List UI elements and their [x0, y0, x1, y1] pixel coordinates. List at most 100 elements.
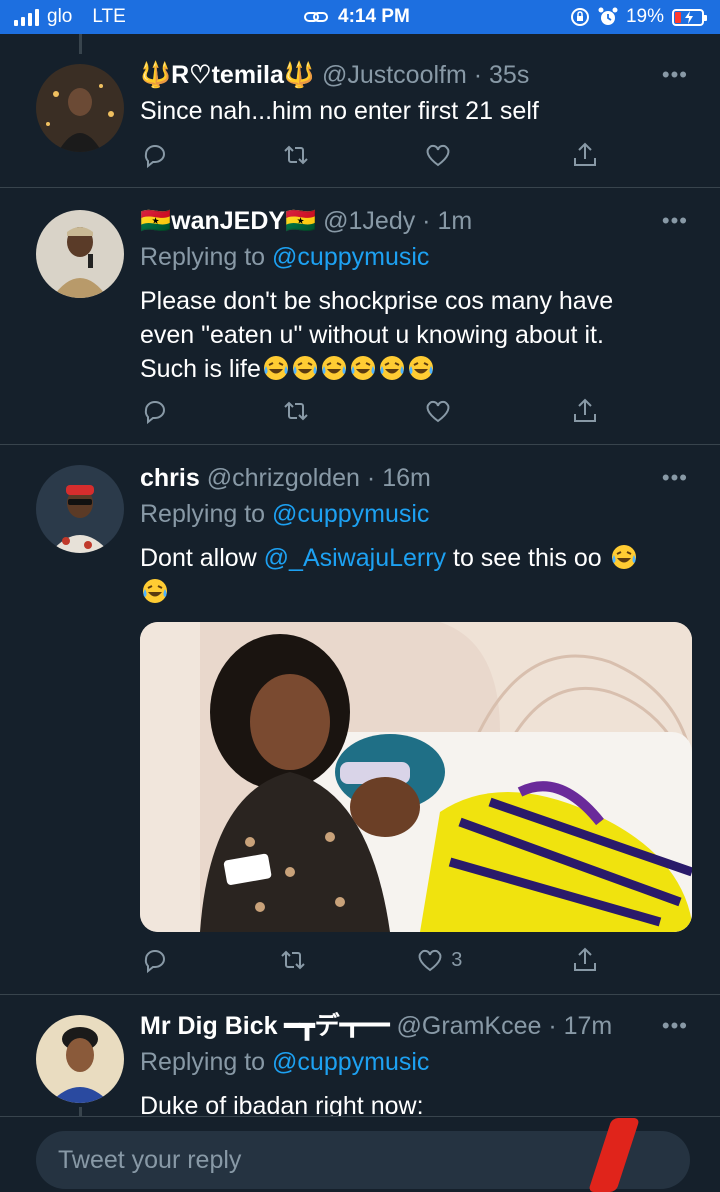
reply-icon	[144, 950, 166, 974]
tweet-header: 🇬🇭wanJEDY🇬🇭 @1Jedy · 1m	[140, 204, 692, 238]
thread-line	[79, 1107, 82, 1116]
like-button[interactable]	[423, 396, 459, 426]
tweet-header: chris @chrizgolden · 16m	[140, 461, 692, 495]
tweet-time: 17m	[563, 1012, 613, 1040]
carrier-label: glo	[47, 6, 73, 27]
tweet-time: 16m	[382, 464, 431, 492]
share-icon	[573, 142, 596, 166]
tweet-item[interactable]: 🔱R♡temila🔱 @Justcoolfm · 35s Since nah..…	[0, 34, 720, 188]
avatar[interactable]	[36, 465, 124, 553]
tweet-time: 1m	[437, 207, 473, 235]
mention-link[interactable]: @_AsiwajuLerry	[264, 544, 446, 572]
reply-icon	[144, 401, 166, 425]
signal-icon	[14, 8, 39, 26]
heart-icon	[426, 400, 450, 423]
share-icon	[573, 398, 596, 422]
status-bar: glo LTE 4:14 PM 19%	[0, 0, 720, 34]
separator: ·	[466, 61, 490, 89]
rolling-laughing-emoji-icon	[408, 356, 433, 380]
battery-percent: 19%	[625, 6, 664, 27]
replying-label: Replying to	[140, 1048, 273, 1076]
reply-button[interactable]	[140, 396, 170, 426]
rolling-laughing-emoji-icon	[379, 356, 404, 380]
tweet-item[interactable]: 🇬🇭wanJEDY🇬🇭 @1Jedy · 1m Replying to @cup…	[0, 188, 720, 445]
tweet-text: Duke of ibadan right now:	[140, 1092, 424, 1116]
network-label: LTE	[92, 6, 126, 27]
retweet-button[interactable]	[281, 140, 311, 170]
share-button[interactable]	[570, 396, 600, 426]
separator: ·	[415, 207, 438, 235]
replying-label: Replying to	[140, 243, 273, 271]
reply-icon	[144, 145, 166, 169]
tweet-image[interactable]	[140, 622, 692, 932]
retweet-icon	[284, 401, 309, 421]
display-name[interactable]: 🇬🇭wanJEDY🇬🇭	[140, 207, 316, 235]
tweet-text-line-part: Such is life	[140, 355, 261, 383]
tweet-text-line: Please don't be shockprise cos many have	[140, 287, 614, 315]
tweet-text-line: even "eaten u" without u knowing about i…	[140, 321, 604, 349]
link-icon	[304, 12, 328, 22]
like-count: 3	[451, 948, 463, 971]
tears-of-joy-emoji-icon	[611, 545, 636, 569]
rolling-laughing-emoji-icon	[292, 356, 317, 380]
mention-link[interactable]: @cuppymusic	[272, 243, 429, 271]
status-right: 19%	[570, 6, 707, 28]
status-left: glo LTE	[14, 6, 126, 28]
replying-to: Replying to @cuppymusic	[140, 497, 692, 531]
tweet-item[interactable]: Mr Dig Bick ━┳デ┳━ @GramKcee · 17m Replyi…	[0, 995, 720, 1116]
retweet-icon	[280, 950, 305, 970]
mention-link[interactable]: @cuppymusic	[272, 1048, 429, 1076]
tweet-text-part: Dont allow	[140, 544, 264, 572]
tweet-text: Since nah...him no enter first 21 self	[140, 97, 539, 125]
share-icon	[574, 947, 596, 971]
user-handle[interactable]: @chrizgolden	[207, 464, 360, 492]
heart-icon	[418, 949, 442, 972]
like-button[interactable]	[423, 140, 459, 170]
user-handle[interactable]: @1Jedy	[323, 207, 415, 235]
avatar[interactable]	[36, 1015, 124, 1103]
share-button[interactable]	[570, 140, 600, 170]
retweet-icon	[284, 145, 309, 165]
reply-button[interactable]	[140, 945, 170, 975]
alarm-icon	[598, 7, 618, 25]
tweet-text: Please don't be shockprise cos many have…	[140, 284, 692, 386]
tweet-text-part: to see this oo	[446, 544, 609, 572]
tweet-time: 35s	[489, 61, 530, 89]
retweet-button[interactable]	[278, 945, 308, 975]
separator: ·	[541, 1012, 564, 1040]
tweet-text-line: Such is life	[140, 352, 692, 386]
replying-label: Replying to	[140, 500, 273, 528]
mention-link[interactable]: @cuppymusic	[272, 500, 429, 528]
more-options-icon[interactable]: •••	[662, 208, 688, 234]
heart-icon	[426, 144, 450, 167]
avatar[interactable]	[36, 210, 124, 298]
clock: 4:14 PM	[338, 6, 410, 27]
tweet-text: Dont allow @_AsiwajuLerry to see this oo	[140, 541, 692, 609]
battery-icon	[672, 8, 707, 26]
rotation-lock-icon	[570, 8, 589, 26]
user-handle[interactable]: @Justcoolfm	[322, 61, 467, 89]
more-options-icon[interactable]: •••	[662, 62, 688, 88]
like-button[interactable]: 3	[415, 945, 462, 975]
thread-line	[79, 34, 82, 54]
more-options-icon[interactable]: •••	[662, 1013, 688, 1039]
more-options-icon[interactable]: •••	[662, 465, 688, 491]
retweet-button[interactable]	[281, 396, 311, 426]
tears-of-joy-emoji-icon	[143, 579, 167, 603]
display-name[interactable]: 🔱R♡temila🔱	[140, 61, 315, 89]
share-button[interactable]	[570, 945, 600, 975]
tweet-header: Mr Dig Bick ━┳デ┳━ @GramKcee · 17m	[140, 1009, 692, 1043]
display-name[interactable]: Mr Dig Bick ━┳デ┳━	[140, 1012, 390, 1040]
status-center: 4:14 PM	[304, 6, 410, 28]
replying-to: Replying to @cuppymusic	[140, 1045, 692, 1079]
display-name[interactable]: chris	[140, 464, 200, 492]
reply-button[interactable]	[140, 140, 170, 170]
separator: ·	[359, 464, 383, 492]
rolling-laughing-emoji-icon	[321, 356, 346, 380]
rolling-laughing-emoji-icon	[350, 356, 375, 380]
avatar[interactable]	[36, 64, 124, 152]
replying-to: Replying to @cuppymusic	[140, 240, 692, 274]
rolling-laughing-emoji-icon	[263, 356, 288, 380]
user-handle[interactable]: @GramKcee	[397, 1012, 542, 1040]
tweet-item[interactable]: chris @chrizgolden · 16m Replying to @cu…	[0, 445, 720, 995]
